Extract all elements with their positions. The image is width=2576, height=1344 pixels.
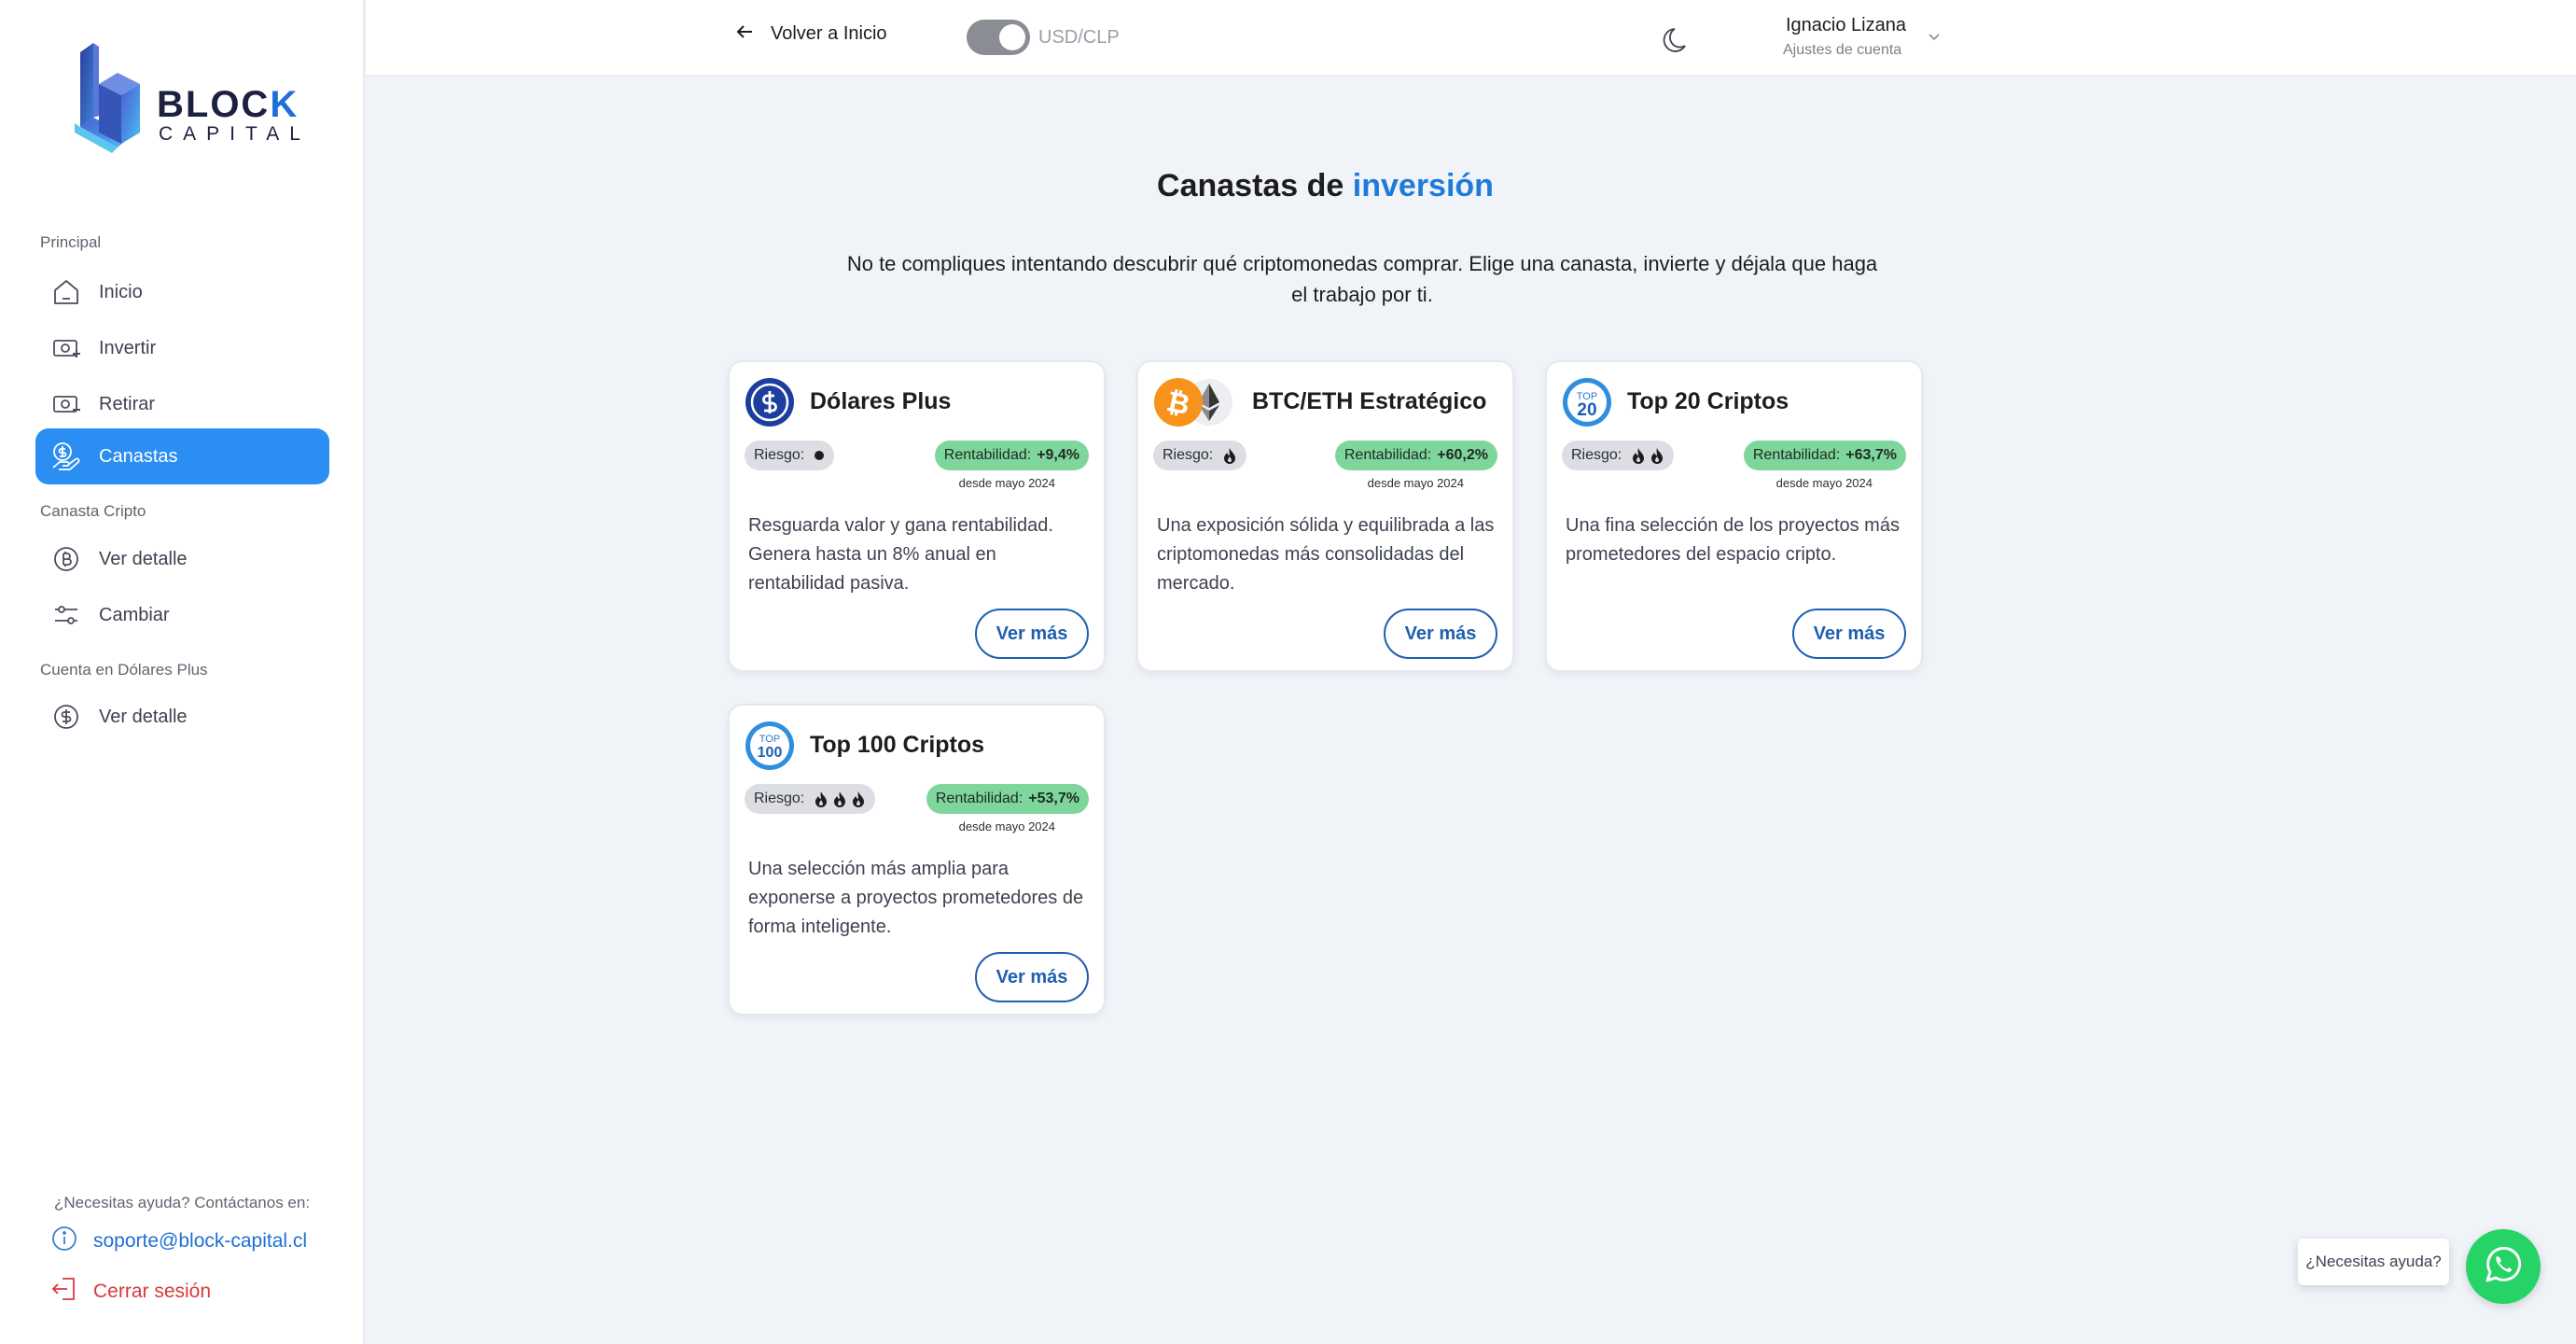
card-description: Una fina selección de los proyectos más … <box>1566 515 1900 565</box>
flame-icon <box>851 791 866 807</box>
help-tooltip[interactable]: ¿Necesitas ayuda? <box>2298 1239 2449 1285</box>
since-date: desde mayo 2024 <box>958 476 1055 490</box>
support-email: soporte@block-capital.cl <box>93 1229 308 1252</box>
account-settings-link[interactable]: Ajustes de cuenta <box>1783 42 1901 59</box>
since-date: desde mayo 2024 <box>1775 476 1873 490</box>
sidebar-item-inicio[interactable]: Inicio <box>35 264 329 320</box>
see-more-button[interactable]: Ver más <box>975 609 1089 659</box>
sidebar-item-label: Cambiar <box>99 604 170 625</box>
sidebar-item-label: Ver detalle <box>99 548 188 569</box>
back-label: Volver a Inicio <box>771 23 887 44</box>
risk-badge: Riesgo: <box>1153 441 1247 470</box>
basket-card-top100[interactable]: TOP 100 Top 100 Criptos Riesgo: Rentabil… <box>728 704 1106 1015</box>
top-bar <box>366 0 2576 77</box>
card-description: Resguarda valor y gana rentabilidad. Gen… <box>748 515 1053 594</box>
card-title: Top 100 Criptos <box>810 732 985 758</box>
svg-text:20: 20 <box>1577 400 1596 420</box>
card-description: Una selección más amplia para exponerse … <box>748 859 1084 937</box>
whatsapp-button[interactable] <box>2466 1229 2541 1304</box>
arrow-left-icon <box>733 21 756 48</box>
coin-hand-icon <box>50 441 82 472</box>
card-title: Top 20 Criptos <box>1627 388 1789 414</box>
sidebar-item-label: Ver detalle <box>99 706 188 727</box>
dollar-coin-icon <box>50 701 82 733</box>
cash-minus-icon <box>50 388 82 420</box>
dollar-coin-icon <box>745 377 795 427</box>
cash-plus-icon <box>50 332 82 364</box>
profit-badge: Rentabilidad: +60,2% <box>1334 441 1497 470</box>
user-name[interactable]: Ignacio Lizana <box>1786 15 1906 36</box>
sliders-icon <box>50 599 82 631</box>
sidebar-item-label: Retirar <box>99 393 156 414</box>
brand-logo-mark <box>75 43 140 153</box>
chevron-down-icon[interactable] <box>1926 28 1942 49</box>
sidebar-item-ver-detalle-dolares[interactable]: Ver detalle <box>35 689 329 745</box>
brand-logo[interactable]: BLOCK CAPITAL <box>75 43 300 155</box>
bitcoin-coin-icon <box>50 543 82 575</box>
svg-text:TOP: TOP <box>759 734 780 745</box>
sidebar-item-label: Inicio <box>99 281 143 302</box>
card-title: BTC/ETH Estratégico <box>1252 388 1487 414</box>
basket-card-dolares-plus[interactable]: Dólares Plus Riesgo: Rentabilidad: +9,4% … <box>728 360 1106 672</box>
logout-label: Cerrar sesión <box>93 1280 212 1302</box>
sidebar: BLOCK CAPITAL Principal Inicio Invertir … <box>0 0 365 1344</box>
sidebar-help-text: ¿Necesitas ayuda? Contáctanos en: <box>54 1194 311 1211</box>
basket-card-top20[interactable]: TOP 20 Top 20 Criptos Riesgo: Rentabilid… <box>1545 360 1923 672</box>
page-subtitle: No te compliques intentando descubrir qu… <box>846 252 1878 306</box>
logout-button[interactable]: Cerrar sesión <box>50 1275 211 1308</box>
sidebar-item-label: Invertir <box>99 337 157 358</box>
section-label-cuenta-dolares: Cuenta en Dólares Plus <box>40 661 208 679</box>
info-icon <box>50 1225 78 1257</box>
sidebar-item-label: Canastas <box>99 445 178 467</box>
flame-icon <box>1650 447 1664 464</box>
see-more-button[interactable]: Ver más <box>1384 609 1497 659</box>
svg-text:100: 100 <box>758 745 783 761</box>
sidebar-item-cambiar[interactable]: Cambiar <box>35 587 329 643</box>
support-email-link[interactable]: soporte@block-capital.cl <box>50 1225 307 1257</box>
back-to-home-button[interactable]: Volver a Inicio <box>733 21 887 48</box>
card-title: Dólares Plus <box>810 388 952 414</box>
sidebar-item-canastas[interactable]: Canastas <box>35 428 329 484</box>
btc-eth-icon: ₿ <box>1153 377 1237 427</box>
home-icon <box>50 276 82 308</box>
whatsapp-icon <box>2482 1243 2525 1291</box>
basket-card-btc-eth[interactable]: ₿ BTC/ETH Estratégico Riesgo: Rentabilid… <box>1136 360 1514 672</box>
top100-icon: TOP 100 <box>745 721 795 771</box>
risk-badge: Riesgo: <box>1562 441 1675 470</box>
page-title: Canastas de inversión <box>1157 168 1494 203</box>
profit-badge: Rentabilidad: +53,7% <box>926 784 1089 814</box>
logout-icon <box>50 1275 78 1308</box>
toggle-knob <box>999 24 1025 50</box>
brand-name: BLOCK <box>157 84 299 125</box>
see-more-button[interactable]: Ver más <box>1792 609 1906 659</box>
brand-subname: CAPITAL <box>159 123 311 145</box>
flame-icon <box>832 791 847 807</box>
dark-mode-moon-icon[interactable] <box>1661 22 1692 59</box>
risk-badge: Riesgo: <box>745 441 835 470</box>
flame-icon <box>1222 447 1237 464</box>
card-description: Una exposición sólida y equilibrada a la… <box>1157 515 1495 594</box>
profit-badge: Rentabilidad: +63,7% <box>1743 441 1906 470</box>
since-date: desde mayo 2024 <box>958 819 1055 833</box>
dot-icon <box>814 450 825 461</box>
flame-icon <box>1631 447 1646 464</box>
currency-toggle-label: USD/CLP <box>1038 27 1120 48</box>
flame-icon <box>814 791 828 807</box>
section-label-canasta-cripto: Canasta Cripto <box>40 502 146 520</box>
section-label-principal: Principal <box>40 233 102 251</box>
top20-icon: TOP 20 <box>1562 377 1612 427</box>
profit-badge: Rentabilidad: +9,4% <box>934 441 1089 470</box>
sidebar-item-ver-detalle-cripto[interactable]: Ver detalle <box>35 531 329 587</box>
since-date: desde mayo 2024 <box>1367 476 1464 490</box>
risk-badge: Riesgo: <box>745 784 876 814</box>
currency-toggle[interactable] <box>967 20 1030 55</box>
sidebar-item-retirar[interactable]: Retirar <box>35 376 329 432</box>
see-more-button[interactable]: Ver más <box>975 952 1089 1002</box>
sidebar-item-invertir[interactable]: Invertir <box>35 320 329 376</box>
